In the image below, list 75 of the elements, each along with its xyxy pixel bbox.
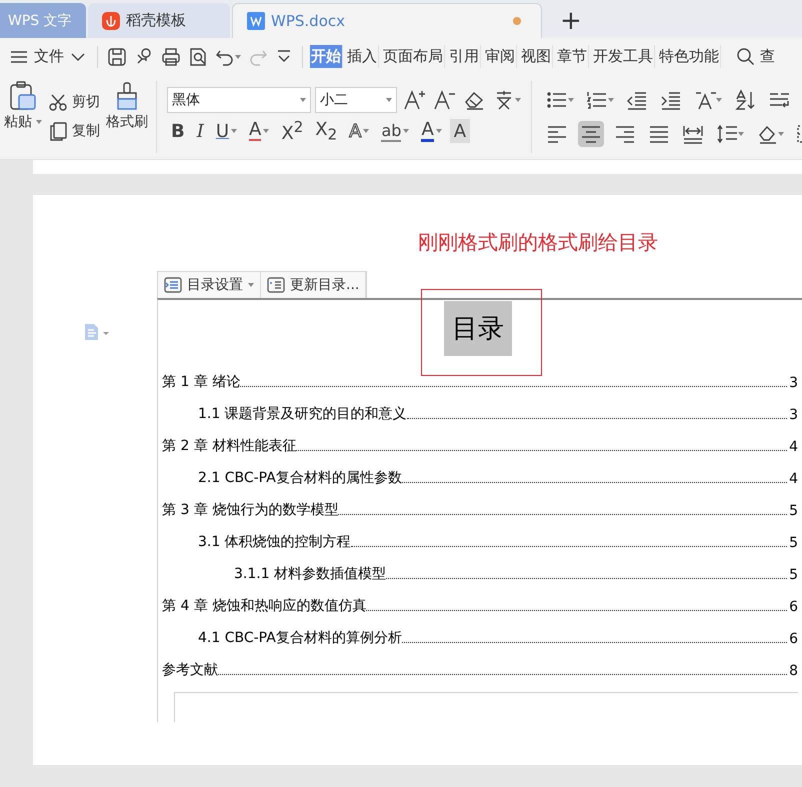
copy-button[interactable]: 复制 xyxy=(48,121,100,141)
list-settings-icon xyxy=(164,277,182,293)
align-center-button[interactable] xyxy=(578,121,604,147)
toc-entry[interactable]: 1.1 课题背景及研究的目的和意义 xyxy=(198,405,407,423)
page-number: 6 xyxy=(789,631,798,647)
format-painter-button[interactable]: 格式刷 xyxy=(106,81,148,153)
dropdown-caret-icon[interactable] xyxy=(263,129,270,133)
flame-logo-icon xyxy=(102,12,120,30)
toc-entry[interactable]: 3.1 体积烧蚀的控制方程 xyxy=(198,533,351,551)
page-number: 5 xyxy=(789,535,798,551)
ribbon-tab[interactable]: 特色功能 xyxy=(658,45,721,68)
format-button[interactable]: A xyxy=(450,119,470,143)
toc-entry[interactable]: 3.1.1 材料参数插值模型 xyxy=(234,565,386,583)
ribbon-tab[interactable]: 审阅 xyxy=(484,45,517,68)
annotation-text: 刚刚格式刷的格式刷给目录 xyxy=(417,229,659,256)
ribbon-tab[interactable]: 引用 xyxy=(448,45,481,68)
toc-title: 目录 xyxy=(444,301,512,356)
dropdown-caret-icon[interactable] xyxy=(248,283,254,287)
chevron-down-icon xyxy=(70,50,86,62)
format-button[interactable]: U xyxy=(212,119,242,143)
format-button[interactable]: ab xyxy=(377,119,414,143)
ribbon-tab[interactable]: 开发工具 xyxy=(592,45,655,68)
format-button[interactable]: I xyxy=(192,119,208,143)
page-number: 3 xyxy=(789,407,798,423)
toc-entry[interactable]: 第 2 章 材料性能表征 xyxy=(162,437,296,455)
format-button[interactable]: X$^{2}$ xyxy=(277,119,308,143)
toc-entry[interactable]: 第 3 章 烧蚀行为的数学模型 xyxy=(162,501,338,519)
paragraph-handle-icon[interactable] xyxy=(83,323,109,341)
document-tab[interactable]: 稻壳模板 xyxy=(88,3,230,38)
new-tab-button[interactable]: + xyxy=(544,3,598,38)
cut-button[interactable]: 剪切 xyxy=(48,93,100,111)
toc-entry[interactable]: 第 4 章 烧蚀和热响应的数值仿真 xyxy=(162,597,366,615)
dropdown-caret-icon[interactable] xyxy=(231,129,238,133)
copy-icon xyxy=(48,121,68,141)
line-spacing-icon xyxy=(716,123,738,145)
document-icon xyxy=(247,12,265,30)
page-number: 5 xyxy=(789,503,798,519)
toc-settings-button[interactable]: 目录设置 xyxy=(158,272,261,298)
update-toc-button[interactable]: 更新目录... xyxy=(261,272,366,298)
format-button[interactable]: A xyxy=(245,119,274,143)
font-family-field[interactable]: 黑体 xyxy=(167,87,311,113)
ribbon-tab[interactable]: 视图 xyxy=(520,45,553,68)
page-number: 4 xyxy=(789,471,798,487)
ribbon-tab[interactable]: 页面布局 xyxy=(382,45,445,68)
toc-entry[interactable]: 第 1 章 绪论 xyxy=(162,373,240,391)
file-menu[interactable]: 文件 xyxy=(6,45,90,68)
distributed-icon xyxy=(682,123,704,145)
format-button[interactable]: A xyxy=(417,119,446,143)
dropdown-caret-icon[interactable] xyxy=(403,129,410,133)
scissors-icon xyxy=(48,93,68,111)
toc-entry[interactable]: 2.1 CBC-PA复合材料的属性参数 xyxy=(198,469,402,487)
ribbon-tab[interactable]: 章节 xyxy=(556,45,589,68)
sort-icon xyxy=(734,89,756,111)
search-button[interactable]: 查 xyxy=(734,46,777,66)
search-icon xyxy=(736,46,756,66)
font-size-field[interactable]: 小二 xyxy=(315,87,397,113)
ribbon-tab[interactable]: 插入 xyxy=(346,45,379,68)
dropdown-caret-icon[interactable] xyxy=(436,129,442,133)
page-number: 4 xyxy=(789,439,798,455)
page-number: 3 xyxy=(789,375,798,391)
paste-button[interactable]: 粘贴 xyxy=(4,81,42,153)
page-number: 5 xyxy=(789,567,798,583)
toc-entry[interactable]: 参考文献 xyxy=(162,661,218,679)
dropdown-caret-icon[interactable] xyxy=(363,129,370,133)
page-number: 6 xyxy=(789,599,798,615)
menu-icon xyxy=(10,48,28,64)
clipboard-icon xyxy=(8,81,38,111)
numbered-list-icon xyxy=(586,89,608,111)
document-tab[interactable]: WPS.docx xyxy=(232,3,542,38)
page-number: 8 xyxy=(789,663,798,679)
toc-entry[interactable]: 4.1 CBC-PA复合材料的算例分析 xyxy=(198,629,402,647)
format-button[interactable]: B xyxy=(167,119,189,143)
format-button[interactable]: X$_{2}$ xyxy=(311,119,342,143)
unsaved-dot-icon xyxy=(513,17,521,25)
list-refresh-icon xyxy=(267,277,285,293)
